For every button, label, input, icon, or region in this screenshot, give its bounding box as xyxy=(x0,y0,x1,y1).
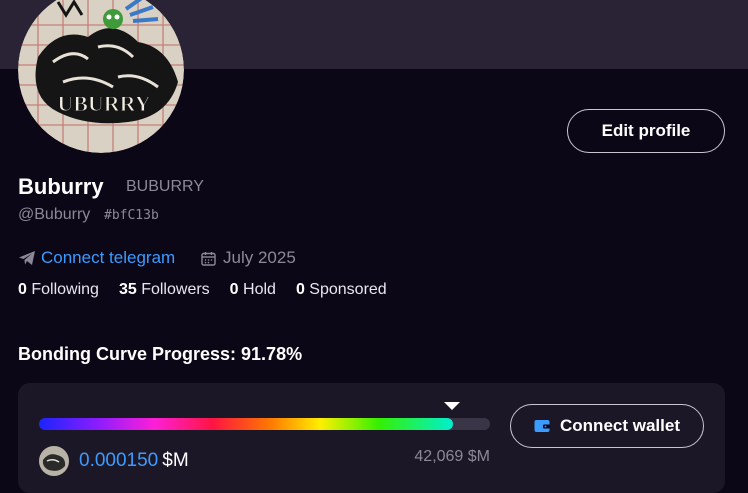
stat-sponsored[interactable]: 0 Sponsored xyxy=(296,281,387,299)
profile-name: Buburry xyxy=(18,174,104,199)
stat-label: Following xyxy=(31,281,99,298)
stat-count: 35 xyxy=(118,281,137,298)
profile-stats: 0 Following 35 Followers 0 Hold 0 Sponso… xyxy=(18,281,407,299)
wallet-icon xyxy=(534,419,551,433)
bonding-progress-fill xyxy=(39,418,453,430)
stat-followers[interactable]: 35 Followers xyxy=(119,281,210,299)
token-price-unit: $M xyxy=(162,450,189,471)
token-avatar xyxy=(39,446,69,476)
connect-telegram-link[interactable]: Connect telegram xyxy=(18,248,175,268)
profile-avatar: UBURRY xyxy=(18,0,184,153)
stat-following[interactable]: 0 Following xyxy=(18,281,99,299)
stat-count: 0 xyxy=(295,281,305,298)
telegram-label[interactable]: Connect telegram xyxy=(41,248,175,268)
bonding-progress-bar xyxy=(39,418,490,430)
connect-wallet-button[interactable]: Connect wallet xyxy=(510,404,704,448)
stat-count: 0 xyxy=(18,281,27,298)
avatar-logo-text: UBURRY xyxy=(57,91,150,116)
connect-wallet-label[interactable]: Connect wallet xyxy=(560,416,680,436)
profile-ticker: BUBURRY xyxy=(126,178,204,195)
joined-date: July 2025 xyxy=(201,248,296,268)
stat-label: Followers xyxy=(141,281,210,298)
profile-handle: @Buburry xyxy=(18,206,91,223)
bonding-curve-title: Bonding Curve Progress: 91.78% xyxy=(18,344,303,364)
progress-marker-icon xyxy=(444,402,460,410)
market-cap-target: 42,069 $M xyxy=(414,448,490,465)
stat-count: 0 xyxy=(229,281,239,298)
stat-label: Hold xyxy=(243,281,276,298)
edit-profile-button[interactable]: Edit profile xyxy=(567,109,725,153)
token-price: 0.000150 $M xyxy=(79,450,189,472)
token-price-value: 0.000150 xyxy=(79,450,159,471)
telegram-icon xyxy=(18,249,36,267)
calendar-icon xyxy=(201,251,216,266)
stat-hold[interactable]: 0 Hold xyxy=(230,281,276,299)
profile-hash: #bfC13b xyxy=(104,208,159,223)
joined-date-text: July 2025 xyxy=(223,248,296,267)
stat-label: Sponsored xyxy=(309,281,387,298)
